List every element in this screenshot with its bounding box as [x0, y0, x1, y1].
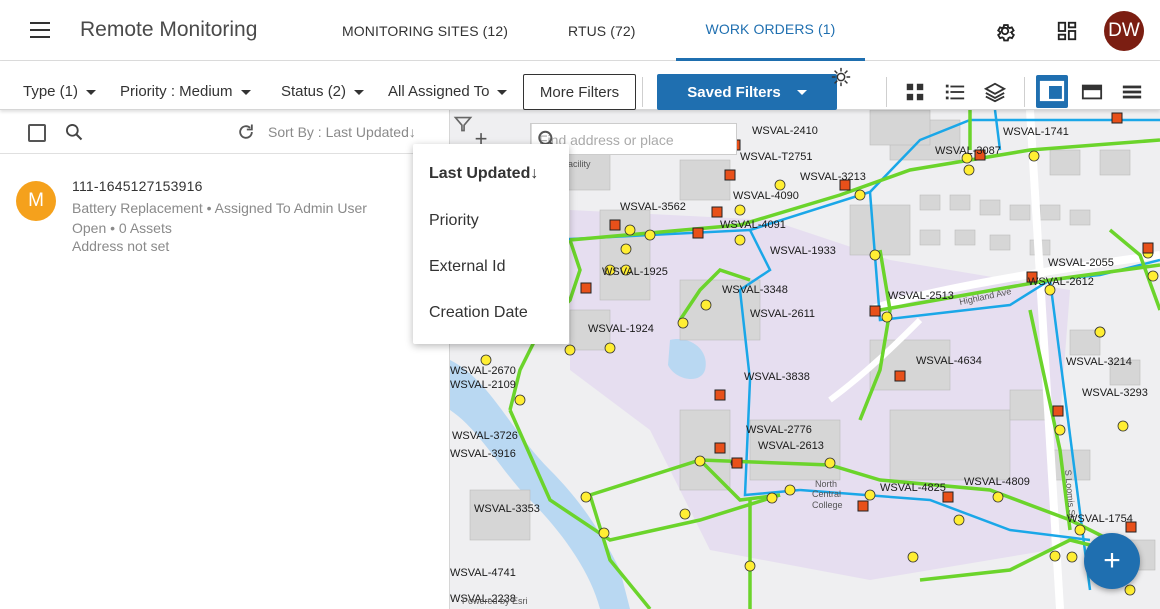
user-avatar[interactable]: DW — [1104, 11, 1144, 51]
filter-icon[interactable] — [450, 110, 476, 136]
svg-text:WSVAL-3293: WSVAL-3293 — [1082, 387, 1148, 399]
tab-monitoring-sites[interactable]: MONITORING SITES (12) — [322, 0, 528, 61]
sort-option-external-id[interactable]: External Id — [429, 258, 505, 276]
map-attribution: Powered by Esri — [462, 596, 528, 606]
sort-option-creation-date[interactable]: Creation Date — [429, 304, 528, 322]
arrow-down-icon: ↓ — [408, 124, 416, 140]
filter-bar: Type (1) Priority : Medium Status (2) Al… — [0, 61, 1160, 110]
priority-filter-dropdown[interactable]: Priority : Medium — [120, 83, 251, 100]
saved-filters-button[interactable]: Saved Filters — [657, 74, 837, 110]
work-order-list-panel: Sort By : Last Updated↓ M 111-1645127153… — [0, 110, 450, 609]
svg-text:WSVAL-1933: WSVAL-1933 — [770, 245, 836, 257]
type-filter-dropdown[interactable]: Type (1) — [23, 83, 97, 100]
sort-by-label: Sort By : Last Updated — [268, 124, 409, 140]
svg-text:WSVAL-2410: WSVAL-2410 — [752, 125, 818, 137]
layers-icon[interactable] — [984, 81, 1006, 103]
svg-text:WSVAL-2055: WSVAL-2055 — [1048, 257, 1114, 269]
refresh-icon[interactable] — [236, 122, 256, 142]
svg-text:WSVAL-1741: WSVAL-1741 — [1003, 126, 1069, 138]
svg-text:WSVAL-3214: WSVAL-3214 — [1066, 356, 1132, 368]
place-label: North — [815, 479, 837, 489]
svg-text:WSVAL-T2751: WSVAL-T2751 — [740, 151, 813, 163]
list-toolbar: Sort By : Last Updated↓ — [0, 110, 449, 154]
select-all-checkbox[interactable] — [28, 124, 46, 142]
svg-text:WSVAL-2613: WSVAL-2613 — [758, 440, 824, 452]
split-view-button[interactable] — [1036, 75, 1068, 108]
priority-avatar: M — [16, 181, 56, 221]
svg-text:WSVAL-3348: WSVAL-3348 — [722, 284, 788, 296]
dashboard-icon[interactable] — [1056, 20, 1078, 42]
svg-text:WSVAL-3726: WSVAL-3726 — [452, 430, 518, 442]
status-filter-dropdown[interactable]: Status (2) — [281, 83, 365, 100]
tab-rtus[interactable]: RTUS (72) — [528, 0, 676, 61]
svg-text:WSVAL-4809: WSVAL-4809 — [964, 476, 1030, 488]
chevron-down-icon — [354, 89, 365, 95]
sort-option-last-updated[interactable]: Last Updated↓ — [429, 165, 538, 183]
sort-dropdown-menu: Last Updated↓ Priority External Id Creat… — [413, 144, 569, 344]
app-header: Remote Monitoring MONITORING SITES (12) … — [0, 0, 1160, 61]
tab-work-orders[interactable]: WORK ORDERS (1) — [675, 0, 866, 61]
status-filter-label: Status (2) — [281, 83, 347, 100]
svg-text:WSVAL-3838: WSVAL-3838 — [744, 371, 810, 383]
svg-text:WSVAL-4090: WSVAL-4090 — [733, 190, 799, 202]
more-filters-button[interactable]: More Filters — [523, 74, 636, 110]
svg-text:WSVAL-2513: WSVAL-2513 — [888, 290, 954, 302]
svg-text:WSVAL-3087: WSVAL-3087 — [935, 145, 1001, 157]
assigned-filter-label: All Assigned To — [388, 83, 490, 100]
svg-text:WSVAL-2776: WSVAL-2776 — [746, 424, 812, 436]
chevron-down-icon — [86, 89, 97, 95]
work-order-summary: Battery Replacement • Assigned To Admin … — [72, 200, 367, 216]
chevron-down-icon — [497, 89, 508, 95]
svg-text:WSVAL-3916: WSVAL-3916 — [450, 448, 516, 460]
priority-filter-label: Priority : Medium — [120, 83, 233, 100]
svg-text:WSVAL-4741: WSVAL-4741 — [450, 567, 516, 579]
divider — [642, 77, 643, 107]
svg-text:WSVAL-2109: WSVAL-2109 — [450, 379, 516, 391]
sort-by-control[interactable]: Sort By : Last Updated↓ — [268, 124, 416, 140]
svg-text:WSVAL-2612: WSVAL-2612 — [1028, 276, 1094, 288]
work-order-list-item[interactable]: M 111-1645127153916 Battery Replacement … — [0, 170, 449, 260]
saved-filters-label: Saved Filters — [687, 83, 781, 101]
svg-text:WSVAL-2611: WSVAL-2611 — [750, 308, 815, 320]
menu-icon[interactable] — [28, 22, 52, 42]
sort-option-priority[interactable]: Priority — [429, 212, 479, 230]
svg-text:WSVAL-3562: WSVAL-3562 — [620, 201, 686, 213]
chevron-down-icon — [796, 89, 807, 95]
svg-text:WSVAL-3353: WSVAL-3353 — [474, 503, 540, 515]
divider — [1024, 77, 1025, 107]
place-label: College — [812, 500, 843, 510]
place-label: acility — [568, 159, 591, 169]
settings-flower-icon[interactable] — [830, 66, 852, 88]
place-label: Central — [812, 489, 841, 499]
app-title: Remote Monitoring — [80, 18, 258, 41]
divider — [886, 77, 887, 107]
app: Remote Monitoring MONITORING SITES (12) … — [0, 0, 1160, 609]
work-order-address: Address not set — [72, 238, 170, 254]
split-view-icon — [1039, 80, 1065, 102]
svg-text:WSVAL-2670: WSVAL-2670 — [450, 365, 516, 377]
svg-text:WSVAL-4825: WSVAL-4825 — [880, 482, 946, 494]
type-filter-label: Type (1) — [23, 83, 79, 100]
table-view-icon[interactable] — [1121, 81, 1143, 103]
grid-view-icon[interactable] — [904, 81, 926, 103]
list-view-icon[interactable] — [944, 81, 966, 103]
search-icon[interactable] — [64, 122, 84, 142]
svg-text:WSVAL-4634: WSVAL-4634 — [916, 355, 982, 367]
chevron-down-icon — [240, 89, 251, 95]
svg-text:WSVAL-1754: WSVAL-1754 — [1067, 513, 1133, 525]
svg-text:WSVAL-3213: WSVAL-3213 — [800, 171, 866, 183]
main-tabs: MONITORING SITES (12) RTUS (72) WORK ORD… — [322, 0, 866, 61]
work-order-status: Open • 0 Assets — [72, 220, 172, 236]
add-work-order-button[interactable]: + — [1084, 533, 1140, 589]
svg-text:WSVAL-4091: WSVAL-4091 — [720, 219, 786, 231]
map-view-icon[interactable] — [1081, 81, 1103, 103]
work-order-id: 111-1645127153916 — [72, 178, 203, 194]
svg-text:WSVAL-1925: WSVAL-1925 — [602, 266, 668, 278]
gear-icon[interactable] — [994, 20, 1016, 42]
assigned-filter-dropdown[interactable]: All Assigned To — [388, 83, 508, 100]
svg-text:WSVAL-1924: WSVAL-1924 — [588, 323, 654, 335]
